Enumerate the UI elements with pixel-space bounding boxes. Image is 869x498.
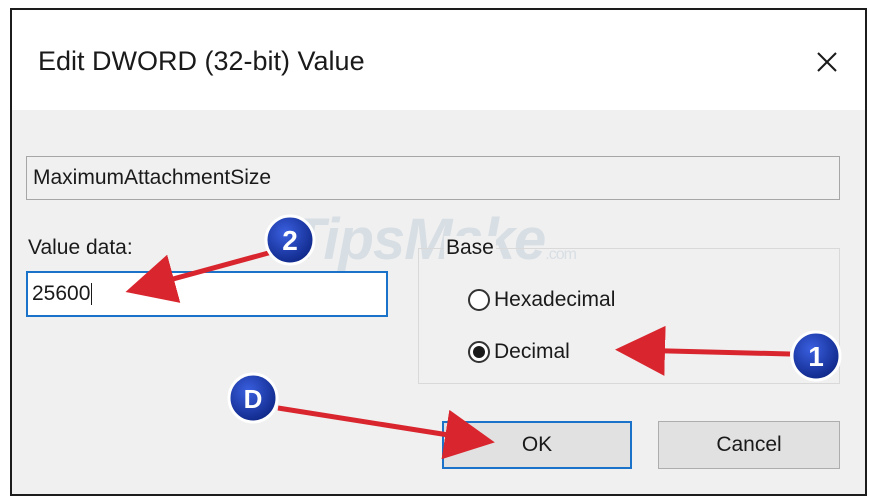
badge-step-2: 2 — [264, 214, 316, 266]
badge-step-2-label: 2 — [282, 225, 298, 256]
badge-step-d: D — [227, 372, 279, 424]
badge-step-1: 1 — [790, 330, 842, 382]
annotation-overlay: 2 1 D — [125, 214, 842, 460]
arrow-step-2 — [125, 249, 273, 303]
arrow-step-d — [277, 405, 495, 460]
badge-step-1-label: 1 — [808, 341, 824, 372]
arrow-step-1 — [615, 325, 791, 376]
badge-step-d-label: D — [244, 384, 263, 414]
